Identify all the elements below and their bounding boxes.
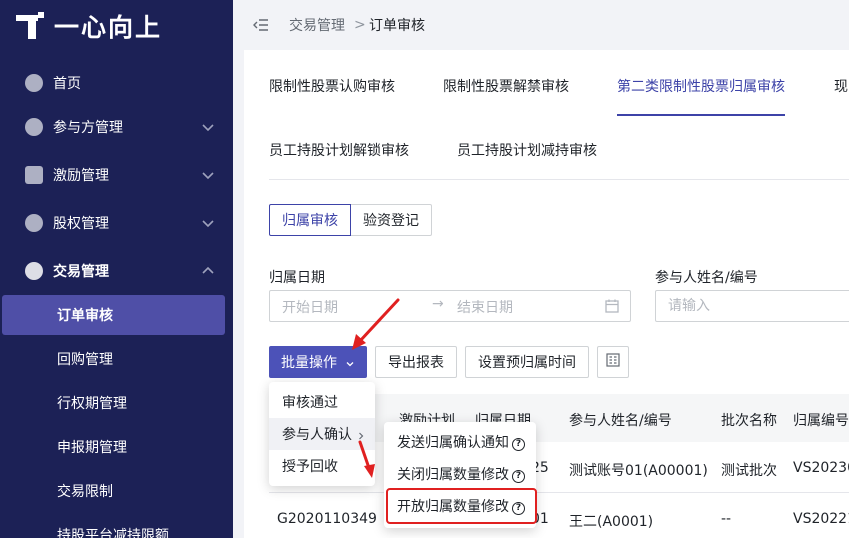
equity-icon [25, 214, 43, 232]
cell-participant: 测试账号01(A00001) [569, 463, 708, 479]
tab-restricted-subscription[interactable]: 限制性股票认购审核 [269, 76, 395, 96]
tabs-divider [269, 179, 849, 180]
sidebar-subitem-declaration-period[interactable]: 申报期管理 [0, 427, 233, 467]
sidebar-item-participants[interactable]: 参与方管理 [0, 107, 233, 147]
cell-plan: G2020110349 [277, 511, 377, 527]
chevron-right-icon [356, 429, 366, 440]
tab-class2-vesting[interactable]: 第二类限制性股票归属审核 [617, 76, 785, 96]
tab-restricted-unlock[interactable]: 限制性股票解禁审核 [443, 76, 569, 96]
active-tab-indicator [617, 114, 785, 116]
sidebar-subitem-exercise-period[interactable]: 行权期管理 [0, 383, 233, 423]
breadcrumb-parent[interactable]: 交易管理 [289, 15, 345, 35]
menu-item-grant-recall[interactable]: 授予回收 [269, 450, 375, 482]
segment-vesting-review[interactable]: 归属审核 [269, 204, 351, 236]
date-filter-label: 归属日期 [269, 270, 325, 286]
cell-code: VS20221 [793, 511, 849, 527]
sidebar-subitem-reduction-quota[interactable]: 持股平台减持限额 [0, 515, 233, 538]
column-settings-button[interactable] [597, 346, 629, 378]
segment-capital-verification[interactable]: 验资登记 [351, 204, 432, 236]
help-icon[interactable]: ? [512, 470, 525, 483]
chevron-up-icon [200, 263, 216, 279]
sidebar-subitem-order-review[interactable]: 订单审核 [2, 295, 225, 335]
chevron-down-icon [200, 167, 216, 183]
cell-batch: -- [721, 511, 732, 527]
tab-cash[interactable]: 现 [834, 76, 848, 96]
column-header-batch: 批次名称 [721, 413, 777, 429]
sidebar-item-home[interactable]: 首页 [0, 63, 233, 103]
chevron-down-icon [200, 215, 216, 231]
date-range-picker[interactable]: 开始日期 → 结束日期 [269, 290, 631, 322]
column-header-vesting-code: 归属编号 [793, 413, 849, 429]
breadcrumb-separator: > [354, 17, 366, 33]
name-filter-label: 参与人姓名/编号 [655, 270, 758, 286]
tab-esop-unlock[interactable]: 员工持股计划解锁审核 [269, 140, 409, 160]
date-range-arrow: → [432, 296, 444, 312]
sidebar: 一心向上 首页 参与方管理 激励管理 股权管理 交易管理 订单审核 回购管理 行… [0, 0, 233, 538]
column-settings-icon [605, 352, 621, 372]
row-divider [269, 492, 849, 493]
sidebar-item-trading[interactable]: 交易管理 [0, 251, 233, 291]
incentive-icon [25, 166, 43, 184]
tab-esop-reduction[interactable]: 员工持股计划减持审核 [457, 140, 597, 160]
participant-search-input[interactable] [655, 290, 849, 322]
annotation-highlight-box [386, 488, 537, 524]
breadcrumb-current: 订单审核 [369, 18, 425, 34]
batch-operation-menu: 审核通过 参与人确认 授予回收 [269, 382, 375, 486]
participants-icon [25, 118, 43, 136]
logo: 一心向上 [16, 10, 162, 42]
sidebar-subitem-buyback[interactable]: 回购管理 [0, 339, 233, 379]
export-report-button[interactable]: 导出报表 [375, 346, 457, 378]
chevron-down-icon [345, 357, 355, 367]
breadcrumb: 交易管理 > 订单审核 [233, 0, 849, 50]
menu-item-send-confirm-notice[interactable]: 发送归属确认通知? [384, 426, 536, 458]
app-title: 一心向上 [54, 13, 163, 42]
column-header-participant: 参与人姓名/编号 [569, 413, 672, 429]
collapse-menu-icon[interactable] [253, 17, 269, 33]
trading-icon [25, 262, 43, 280]
menu-item-participant-confirm[interactable]: 参与人确认 [269, 418, 375, 450]
menu-item-approve[interactable]: 审核通过 [269, 386, 375, 418]
chevron-down-icon [200, 119, 216, 135]
batch-operation-button[interactable]: 批量操作 [269, 346, 367, 378]
logo-mark-icon [16, 12, 44, 40]
home-icon [25, 74, 43, 92]
sidebar-item-equity[interactable]: 股权管理 [0, 203, 233, 243]
cell-participant: 王二(A0001) [569, 514, 654, 530]
help-icon[interactable]: ? [512, 438, 525, 451]
menu-item-close-quantity-edit[interactable]: 关闭归属数量修改? [384, 458, 536, 490]
cell-batch: 测试批次 [721, 463, 777, 479]
calendar-icon [604, 298, 620, 314]
segment-control: 归属审核 验资登记 [269, 204, 432, 236]
sidebar-item-incentive[interactable]: 激励管理 [0, 155, 233, 195]
sidebar-subitem-trade-limits[interactable]: 交易限制 [0, 471, 233, 511]
cell-code: VS20230 [793, 460, 849, 476]
set-pre-vesting-time-button[interactable]: 设置预归属时间 [465, 346, 589, 378]
date-end-placeholder[interactable]: 结束日期 [457, 297, 513, 317]
date-start-placeholder[interactable]: 开始日期 [282, 297, 338, 317]
